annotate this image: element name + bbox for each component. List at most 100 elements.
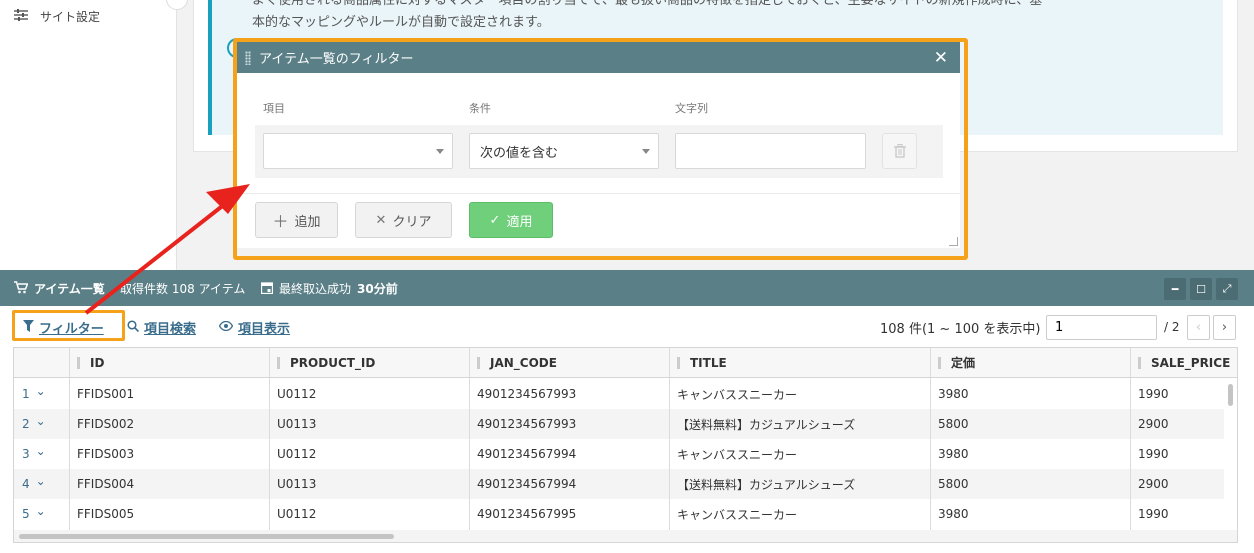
table-cell: 5800 [938, 477, 969, 491]
last-import-group: 最終取込成功 30分前 [260, 280, 398, 297]
column-header-title[interactable]: TITLE [669, 348, 930, 378]
restore-button[interactable]: ☐ [1190, 278, 1212, 300]
column-label-item: 項目 [263, 102, 285, 115]
search-link[interactable]: 項目検索 [127, 318, 196, 337]
panel-title-group: アイテム一覧 [14, 280, 105, 297]
table-cell: U0113 [277, 417, 317, 431]
table-cell: FFIDS001 [77, 387, 135, 401]
item-select[interactable] [263, 133, 453, 169]
table-cell: 2900 [1138, 477, 1169, 491]
table-cell: 2900 [1138, 417, 1169, 431]
table-cell: 1990 [1138, 387, 1169, 401]
calendar-icon [260, 281, 274, 297]
filter-dialog: アイテム一覧のフィルター ✕ 項目 条件 文字列 次の値を含む ＋ 追加 ✕ ク… [237, 42, 960, 248]
row-number[interactable]: 4 ⌄ [14, 469, 69, 499]
table-row[interactable] [14, 469, 1224, 499]
column-header-list-price[interactable]: 定価 [930, 348, 1130, 378]
last-import-value: 30分前 [357, 282, 398, 296]
add-button[interactable]: ＋ 追加 [255, 202, 338, 238]
dialog-title: アイテム一覧のフィルター [259, 52, 414, 67]
info-text-line-2: 本的なマッピングやルールが自動で設定されます。 [252, 15, 550, 30]
expand-icon: ⤢ [1222, 282, 1232, 295]
table-cell: 4901234567994 [477, 447, 577, 461]
chevron-right-icon: › [1221, 320, 1228, 335]
table-row[interactable] [14, 499, 1224, 529]
condition-select-value: 次の値を含む [480, 145, 559, 161]
table-cell: FFIDS005 [77, 507, 135, 521]
table-cell: U0113 [277, 477, 317, 491]
table-cell: キャンバススニーカー [677, 387, 798, 402]
column-header-product-id[interactable]: PRODUCT_ID [269, 348, 469, 378]
panel-title: アイテム一覧 [34, 282, 105, 296]
table-cell: 1990 [1138, 507, 1169, 521]
delete-row-button[interactable] [882, 133, 917, 169]
row-number[interactable]: 3 ⌄ [14, 439, 69, 469]
item-grid: ID PRODUCT_ID JAN_CODE TITLE 定価 SALE_PRI… [13, 347, 1238, 543]
pager-summary: 108 件(1 ~ 100 を表示中) [880, 322, 1041, 337]
sidebar-item-site-settings[interactable]: サイト設定 [14, 8, 100, 25]
table-cell: キャンバススニーカー [677, 507, 798, 522]
caret-down-icon [642, 149, 650, 154]
filter-link[interactable]: フィルター [23, 318, 104, 337]
table-cell: FFIDS003 [77, 447, 135, 461]
column-label-text: 文字列 [675, 102, 708, 115]
sliders-icon [14, 9, 28, 24]
filter-row: 次の値を含む [255, 125, 943, 178]
last-import-label: 最終取込成功 [279, 282, 352, 296]
row-number[interactable]: 2 ⌄ [14, 409, 69, 439]
search-icon [127, 319, 140, 336]
table-cell: 3980 [938, 507, 969, 521]
maximize-button[interactable]: ⤢ [1216, 278, 1238, 300]
chevron-down-icon[interactable]: ⌄ [36, 474, 46, 488]
table-cell: キャンバススニーカー [677, 447, 798, 462]
table-cell: 4901234567994 [477, 477, 577, 491]
dialog-header[interactable]: アイテム一覧のフィルター [237, 42, 960, 73]
page-number-input[interactable] [1046, 315, 1157, 340]
table-cell: 3980 [938, 447, 969, 461]
display-link[interactable]: 項目表示 [218, 318, 290, 337]
table-row[interactable] [14, 379, 1224, 409]
table-cell: 【送料無料】カジュアルシューズ [677, 477, 856, 492]
next-page-button[interactable]: › [1213, 315, 1236, 340]
table-cell: U0112 [277, 507, 317, 521]
close-icon: ✕ [375, 212, 387, 228]
item-count: 取得件数 108 アイテム [120, 282, 246, 296]
chevron-down-icon[interactable]: ⌄ [36, 504, 46, 518]
condition-select[interactable]: 次の値を含む [469, 133, 659, 169]
row-number[interactable]: 1 ⌄ [14, 379, 69, 409]
horizontal-scrollbar[interactable] [14, 530, 1237, 542]
row-number[interactable]: 5 ⌄ [14, 499, 69, 529]
info-text-line-1: よく使用される商品属性に対するマスター項目の割り当てで、最も扱い商品の特徴を指定… [252, 0, 1043, 8]
chevron-down-icon[interactable]: ⌄ [36, 414, 46, 428]
eye-icon [218, 320, 234, 335]
cart-icon [14, 280, 29, 297]
table-cell: 4901234567993 [477, 417, 577, 431]
item-list-panel-header: アイテム一覧 取得件数 108 アイテム 最終取込成功 30分前 ━ ☐ ⤢ [0, 270, 1254, 306]
table-cell: U0112 [277, 447, 317, 461]
chevron-down-icon[interactable]: ⌄ [36, 384, 46, 398]
column-header-jan-code[interactable]: JAN_CODE [469, 348, 669, 378]
minimize-icon: ━ [1171, 282, 1179, 296]
column-header-id[interactable]: ID [69, 348, 269, 378]
sidebar-collapse-button[interactable] [166, 0, 188, 10]
minimize-button[interactable]: ━ [1164, 278, 1186, 300]
table-cell: 【送料無料】カジュアルシューズ [677, 417, 856, 432]
table-row[interactable] [14, 439, 1224, 469]
text-input[interactable] [675, 133, 866, 169]
table-cell: 4901234567995 [477, 507, 577, 521]
table-cell: 3980 [938, 387, 969, 401]
close-icon[interactable]: ✕ [934, 48, 948, 68]
table-cell: 4901234567993 [477, 387, 577, 401]
clear-button[interactable]: ✕ クリア [355, 202, 452, 238]
chevron-down-icon[interactable]: ⌄ [36, 444, 46, 458]
pager-total: / 2 [1164, 320, 1180, 334]
prev-page-button[interactable]: ‹ [1187, 315, 1210, 340]
vertical-scrollbar[interactable] [1225, 380, 1237, 530]
column-header-sale-price[interactable]: SALE_PRICE [1130, 348, 1237, 378]
apply-button[interactable]: ✓ 適用 [469, 202, 553, 238]
table-row[interactable] [14, 409, 1224, 439]
drag-handle-icon[interactable] [245, 50, 251, 65]
chevron-left-icon: ‹ [1195, 320, 1202, 335]
resize-handle-icon[interactable] [949, 237, 958, 246]
dialog-divider [237, 193, 960, 194]
